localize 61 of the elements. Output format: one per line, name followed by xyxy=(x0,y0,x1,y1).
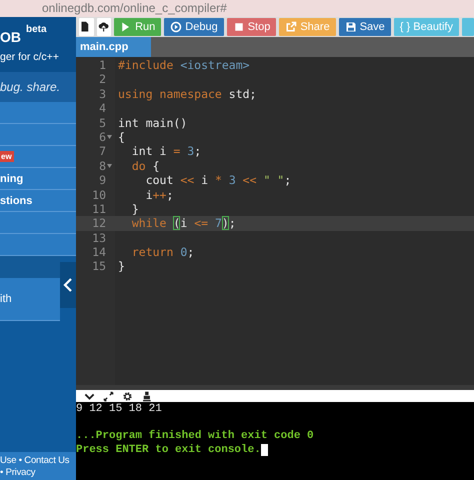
line-number: 11 xyxy=(92,202,106,216)
line-number: 14 xyxy=(92,245,106,260)
code-line: i++; xyxy=(144,188,174,202)
fold-arrow-icon[interactable] xyxy=(107,135,112,140)
footer-link[interactable]: Use • Contact Us xyxy=(0,455,76,467)
sidebar-item[interactable]: ning xyxy=(0,168,76,190)
line-number: 2 xyxy=(99,72,106,87)
logo-text: OB xyxy=(0,28,21,46)
code-line: } xyxy=(118,259,125,274)
code-line: } xyxy=(130,202,139,216)
new-badge: ew xyxy=(0,151,14,162)
line-number: 5 xyxy=(99,116,106,130)
tagline: ger for c/c++ xyxy=(0,51,60,63)
line-number: 8 xyxy=(99,158,106,174)
code-line: int i = 3; xyxy=(130,144,202,158)
console-message: Press ENTER to exit console. xyxy=(76,444,261,457)
console-message: ...Program finished with exit code 0 xyxy=(76,430,314,444)
share-icon xyxy=(285,21,298,33)
address-text: onlinegdb.com/online_c_compiler# xyxy=(42,2,227,15)
line-number: 1 xyxy=(99,58,106,72)
sidebar-item[interactable]: stions xyxy=(0,190,76,212)
footer-link[interactable]: • Privacy xyxy=(0,467,76,479)
sidebar-item[interactable]: ith xyxy=(0,278,60,321)
run-button[interactable]: Run xyxy=(114,18,162,36)
debug-button[interactable]: Debug xyxy=(164,18,224,36)
code-line: do { xyxy=(130,158,160,173)
code-line: cout << i * 3 << " "; xyxy=(144,173,292,188)
beta-label: beta xyxy=(26,24,47,35)
line-number: 6 xyxy=(99,130,106,144)
eraser-icon[interactable] xyxy=(141,390,152,402)
slogan-text: bug. share. xyxy=(0,80,60,94)
stop-icon xyxy=(232,21,245,33)
line-number: 4 xyxy=(99,101,106,116)
file-button[interactable] xyxy=(79,18,94,36)
line-number: 3 xyxy=(99,86,106,102)
code-line: using namespace std; xyxy=(118,86,256,101)
code-line: return 0; xyxy=(130,245,194,260)
code-line: #include <iostream> xyxy=(118,58,250,72)
code-line: int main() xyxy=(118,116,188,130)
line-number: 15 xyxy=(92,259,106,274)
chevron-left-icon xyxy=(63,277,73,293)
line-number: 12 xyxy=(92,216,106,231)
line-number: 7 xyxy=(99,144,106,159)
sidebar-item[interactable]: ew xyxy=(0,146,76,168)
cloud-upload-icon xyxy=(98,21,110,33)
line-number: 10 xyxy=(92,188,106,202)
code-line: while (i <= 7); xyxy=(130,216,236,230)
file-tab[interactable]: main.cpp xyxy=(76,37,151,57)
play-circle-icon xyxy=(170,21,182,33)
stop-button[interactable]: Stop xyxy=(226,18,276,36)
save-button[interactable]: Save xyxy=(338,18,391,36)
collapse-button[interactable] xyxy=(60,262,76,308)
fold-arrow-icon[interactable] xyxy=(107,164,112,168)
code-editor[interactable]: 1 2 3 4 5 6 7 8 9 10 11 12 13 14 15 #include <iostream> using namespace std; int main() { int i = 3; do { cout << i * 3 << " "; i++; } while (i <= 7); return 0; } xyxy=(76,57,474,385)
expand-arrows-icon[interactable] xyxy=(103,390,114,402)
line-number: 13 xyxy=(92,230,106,246)
line-number: 9 xyxy=(99,173,106,188)
upload-button[interactable] xyxy=(96,18,112,36)
code-line: { xyxy=(118,130,125,144)
console-output: 9 12 15 18 21 xyxy=(76,403,162,416)
settings-icon[interactable] xyxy=(122,390,133,402)
